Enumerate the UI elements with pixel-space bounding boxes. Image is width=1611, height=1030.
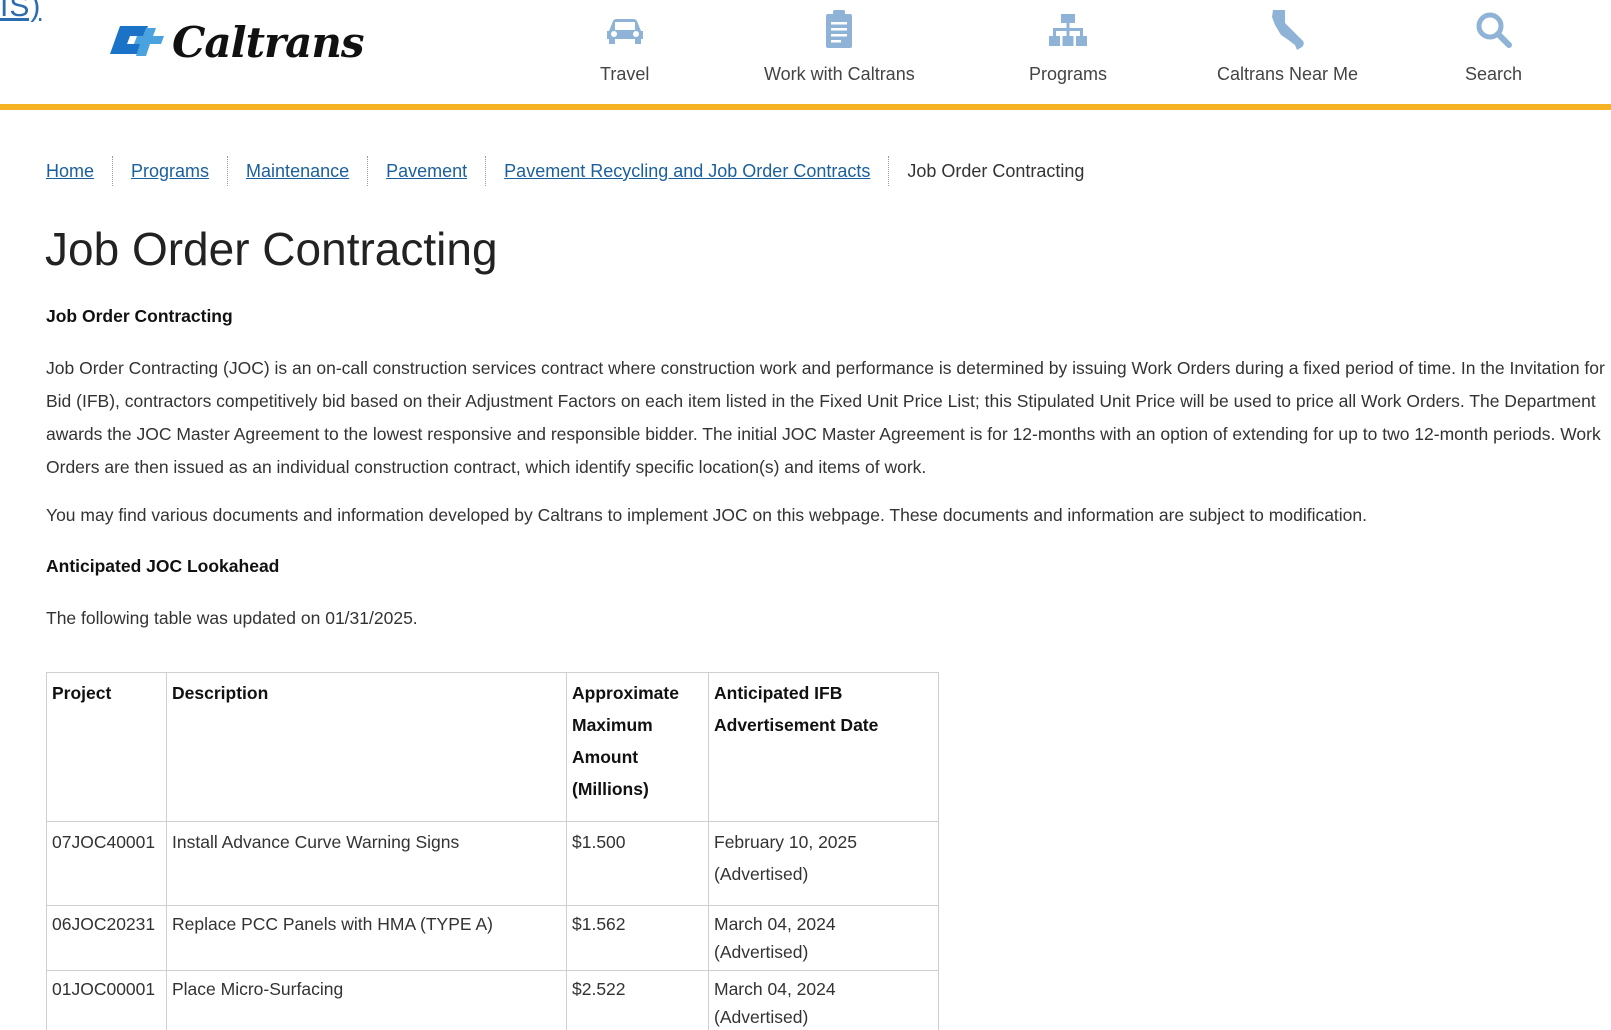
site-header: Caltrans Travel Work with Caltrans Progr…	[0, 0, 1611, 110]
table-cell-amount: $1.500	[566, 821, 709, 906]
nav-programs[interactable]: Programs	[1029, 8, 1107, 85]
table-row: 01JOC00001 Place Micro-Surfacing $2.522 …	[46, 970, 939, 1030]
table-cell-date: March 04, 2024 (Advertised)	[708, 970, 939, 1030]
nav-search[interactable]: Search	[1465, 8, 1522, 85]
table-cell-project: 01JOC00001	[46, 970, 167, 1030]
breadcrumb-programs[interactable]: Programs	[131, 161, 209, 182]
search-icon	[1475, 8, 1513, 52]
breadcrumb: Home Programs Maintenance Pavement Pavem…	[46, 156, 1084, 186]
table-cell-description: Install Advance Curve Warning Signs	[166, 821, 567, 906]
table-row: 06JOC20231 Replace PCC Panels with HMA (…	[46, 905, 939, 971]
table-header-date: Anticipated IFB Advertisement Date	[708, 672, 939, 822]
updated-note: The following table was updated on 01/31…	[46, 608, 418, 628]
clipboard-icon	[824, 8, 854, 52]
breadcrumb-maintenance[interactable]: Maintenance	[246, 161, 349, 182]
table-row: 07JOC40001 Install Advance Curve Warning…	[46, 821, 939, 906]
section-heading: Job Order Contracting	[46, 306, 233, 326]
table-cell-description: Place Micro-Surfacing	[166, 970, 567, 1030]
breadcrumb-divider	[888, 156, 890, 186]
breadcrumb-pavement-recycling[interactable]: Pavement Recycling and Job Order Contrac…	[504, 161, 870, 182]
documents-note: You may find various documents and infor…	[46, 505, 1368, 525]
table-header-amount: Approximate Maximum Amount (Millions)	[566, 672, 709, 822]
breadcrumb-home[interactable]: Home	[46, 161, 94, 182]
table-cell-project: 06JOC20231	[46, 905, 167, 971]
table-cell-amount: $1.562	[566, 905, 709, 971]
breadcrumb-current: Job Order Contracting	[907, 160, 1085, 181]
table-header-description: Description	[166, 672, 567, 822]
breadcrumb-pavement[interactable]: Pavement	[386, 161, 467, 182]
table-cell-amount: $2.522	[566, 970, 709, 1030]
page-title: Job Order Contracting	[45, 223, 498, 275]
breadcrumb-divider	[367, 156, 369, 186]
table-cell-description: Replace PCC Panels with HMA (TYPE A)	[166, 905, 567, 971]
table-header-project: Project	[46, 672, 167, 822]
california-map-icon	[1269, 8, 1307, 52]
main-navigation: Travel Work with Caltrans Programs Caltr…	[0, 0, 1611, 104]
nav-travel[interactable]: Travel	[600, 8, 649, 85]
sitemap-icon	[1048, 8, 1088, 52]
intro-paragraph: Job Order Contracting (JOC) is an on-cal…	[46, 358, 1605, 477]
nav-caltrans-near-me[interactable]: Caltrans Near Me	[1217, 8, 1358, 85]
table-cell-date: March 04, 2024 (Advertised)	[708, 905, 939, 971]
joc-lookahead-table: Project Description Approximate Maximum …	[46, 672, 939, 1030]
car-icon	[603, 8, 647, 52]
breadcrumb-divider	[112, 156, 114, 186]
breadcrumb-divider	[485, 156, 487, 186]
table-header-row: Project Description Approximate Maximum …	[46, 672, 939, 822]
table-cell-project: 07JOC40001	[46, 821, 167, 906]
breadcrumb-divider	[227, 156, 229, 186]
nav-work-with-caltrans[interactable]: Work with Caltrans	[764, 8, 915, 85]
table-cell-date: February 10, 2025 (Advertised)	[708, 821, 939, 906]
lookahead-heading: Anticipated JOC Lookahead	[46, 556, 280, 576]
